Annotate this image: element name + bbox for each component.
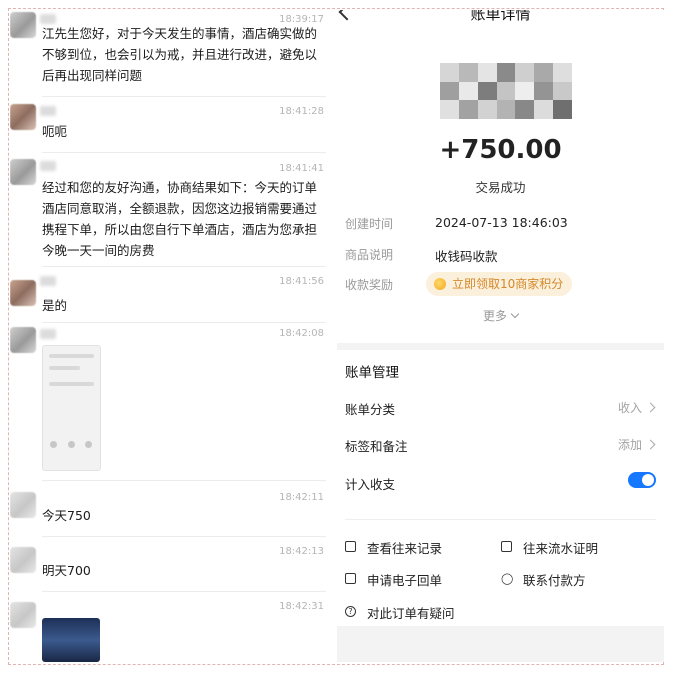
message-time: 18:42:13 bbox=[279, 546, 324, 557]
claim-points-button[interactable]: 立即领取10商家积分 bbox=[426, 272, 573, 296]
message-text: 今天750 bbox=[42, 508, 91, 523]
divider bbox=[42, 480, 326, 481]
message-time: 18:41:41 bbox=[279, 163, 324, 174]
bill-summary: 账单详情 +750.00 交易成功 创建时间 2024-07-13 18:46:… bbox=[337, 10, 664, 343]
message-time: 18:41:28 bbox=[279, 106, 324, 117]
transaction-status: 交易成功 bbox=[475, 180, 526, 195]
message-text: 是的 bbox=[42, 298, 68, 313]
avatar[interactable] bbox=[10, 492, 36, 518]
transaction-proof-label: 往来流水证明 bbox=[523, 541, 599, 556]
include-in-budget-row: 计入收支 bbox=[345, 472, 656, 494]
sender-name bbox=[40, 276, 56, 286]
created-time-label: 创建时间 bbox=[345, 217, 394, 231]
page-title: 账单详情 bbox=[470, 10, 531, 23]
bill-panel: 账单详情 +750.00 交易成功 创建时间 2024-07-13 18:46:… bbox=[337, 10, 664, 662]
more-button[interactable]: 更多 bbox=[337, 307, 664, 324]
chevron-down-icon bbox=[510, 309, 520, 319]
payer-avatar-mosaic bbox=[440, 63, 572, 119]
avatar[interactable] bbox=[10, 280, 36, 306]
message-text: 经过和您的友好沟通，协商结果如下：今天的订单酒店同意取消，全额退款，因您这边报销… bbox=[42, 180, 318, 258]
divider bbox=[42, 266, 326, 267]
amount: +750.00 bbox=[439, 135, 562, 165]
coin-icon bbox=[434, 278, 446, 290]
more-label: 更多 bbox=[482, 309, 507, 323]
description-value: 收钱码收款 bbox=[435, 249, 498, 264]
divider bbox=[42, 536, 326, 537]
avatar[interactable] bbox=[10, 104, 36, 130]
message-time: 18:41:56 bbox=[279, 276, 324, 287]
section-title: 账单管理 bbox=[345, 365, 399, 381]
chevron-right-icon bbox=[645, 439, 656, 450]
chevron-right-icon bbox=[645, 402, 656, 413]
e-receipt-label: 申请电子回单 bbox=[367, 573, 443, 588]
description-label: 商品说明 bbox=[345, 248, 394, 262]
contact-icon: ◯ bbox=[501, 572, 514, 585]
screenshot-image[interactable] bbox=[42, 345, 101, 471]
view-records-label: 查看往来记录 bbox=[367, 541, 443, 556]
proof-icon bbox=[501, 541, 512, 552]
message-text: 呃呃 bbox=[42, 124, 68, 139]
mail-icon bbox=[345, 573, 356, 584]
tags-notes-row[interactable]: 标签和备注 添加 bbox=[345, 436, 656, 456]
bill-category-row[interactable]: 账单分类 收入 bbox=[345, 399, 656, 419]
tags-notes-label: 标签和备注 bbox=[345, 439, 408, 454]
records-icon bbox=[345, 541, 356, 552]
divider bbox=[345, 519, 656, 520]
message-time: 18:42:11 bbox=[279, 492, 324, 503]
divider bbox=[42, 591, 326, 592]
divider bbox=[42, 96, 326, 97]
message-time: 18:42:08 bbox=[279, 328, 324, 339]
divider bbox=[42, 152, 326, 153]
avatar[interactable] bbox=[10, 602, 36, 628]
message-text: 明天700 bbox=[42, 563, 91, 578]
sender-name bbox=[40, 329, 56, 339]
sender-name bbox=[40, 106, 56, 116]
message-time: 18:42:31 bbox=[279, 601, 324, 612]
avatar[interactable] bbox=[10, 547, 36, 573]
include-in-budget-toggle[interactable] bbox=[628, 472, 656, 488]
contact-payer-label: 联系付款方 bbox=[523, 573, 586, 588]
screenshot-image[interactable] bbox=[42, 618, 100, 662]
tags-notes-value: 添加 bbox=[617, 438, 642, 452]
bill-category-label: 账单分类 bbox=[345, 402, 396, 417]
include-in-budget-label: 计入收支 bbox=[345, 477, 396, 492]
divider bbox=[42, 322, 326, 323]
bill-category-value: 收入 bbox=[617, 401, 642, 415]
avatar[interactable] bbox=[10, 12, 36, 38]
avatar[interactable] bbox=[10, 327, 36, 353]
message-text: 江先生您好，对于今天发生的事情，酒店确实做的不够到位，也会引以为戒，并且进行改进… bbox=[42, 26, 318, 83]
help-icon: ? bbox=[345, 606, 356, 617]
chat-panel: 18:39:17 江先生您好，对于今天发生的事情，酒店确实做的不够到位，也会引以… bbox=[10, 10, 332, 662]
created-time-value: 2024-07-13 18:46:03 bbox=[435, 215, 568, 230]
order-question-label: 对此订单有疑问 bbox=[367, 606, 455, 621]
claim-points-label: 立即领取10商家积分 bbox=[452, 277, 564, 291]
reward-label: 收款奖励 bbox=[345, 278, 394, 292]
sender-name bbox=[40, 161, 56, 171]
avatar[interactable] bbox=[10, 159, 36, 185]
bill-management: 账单管理 账单分类 收入 标签和备注 添加 计入收支 查看往来记录 往来流水证明… bbox=[337, 350, 664, 626]
